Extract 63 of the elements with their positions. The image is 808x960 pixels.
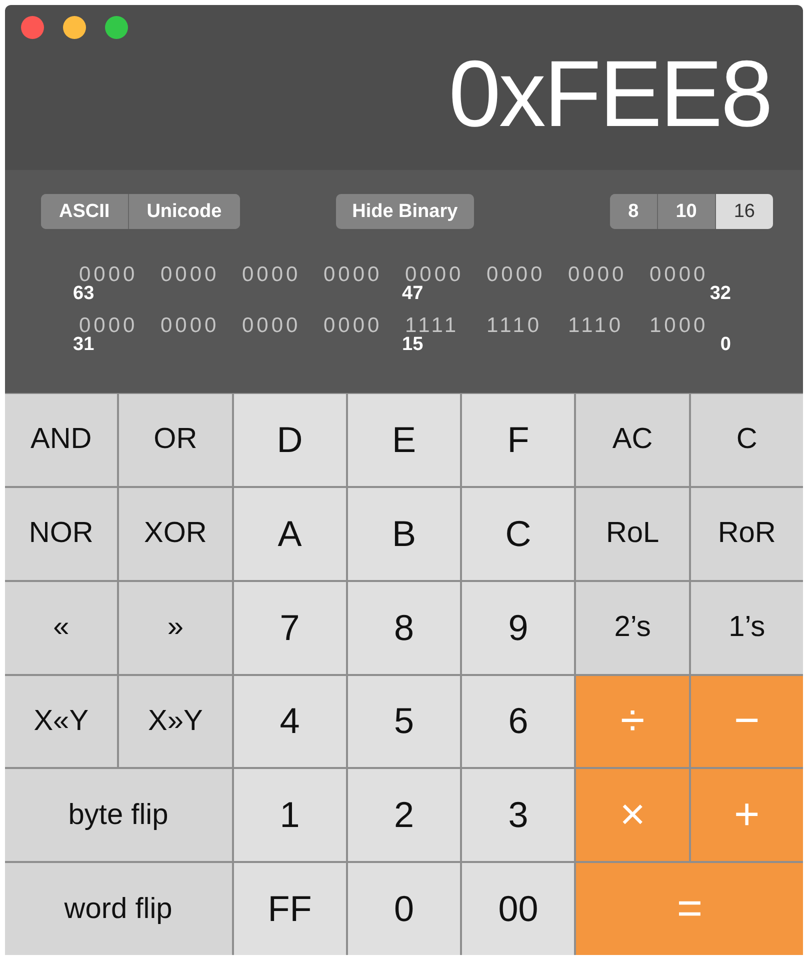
bit-index: 15 xyxy=(402,335,424,357)
bit-group[interactable]: 1110 xyxy=(568,316,624,336)
calculator-key[interactable]: word flip xyxy=(5,863,232,955)
calculator-key[interactable]: RoL xyxy=(576,488,689,580)
bit-index: 63 xyxy=(73,284,94,306)
calculator-key[interactable]: 1’s xyxy=(690,582,803,674)
calculator-key[interactable]: AC xyxy=(576,394,689,486)
bit-group[interactable]: 0000 xyxy=(650,265,708,285)
calculator-key[interactable]: 3 xyxy=(462,769,574,862)
calculator-key[interactable]: C xyxy=(462,488,574,580)
encoding-segment[interactable]: Unicode xyxy=(128,194,240,229)
bit-index: 31 xyxy=(73,335,94,357)
calculator-key[interactable]: E xyxy=(348,394,460,486)
calculator-key[interactable]: A xyxy=(234,488,346,580)
calculator-key[interactable]: 9 xyxy=(462,582,574,674)
calculator-key[interactable]: X«Y xyxy=(5,676,118,768)
bit-group[interactable]: 1110 xyxy=(486,316,542,336)
bit-group[interactable]: 0000 xyxy=(160,265,220,285)
calculator-key[interactable]: B xyxy=(348,488,460,580)
calculator-key[interactable]: 2’s xyxy=(576,582,689,674)
calculator-key[interactable]: » xyxy=(119,582,232,674)
calculator-key[interactable]: NOR xyxy=(5,488,118,580)
calculator-key[interactable]: 4 xyxy=(234,676,346,768)
calculator-key[interactable]: 0 xyxy=(348,863,460,955)
bit-group[interactable]: 0000 xyxy=(486,265,546,285)
bit-group[interactable]: 0000 xyxy=(324,265,382,285)
bit-group[interactable]: 0000 xyxy=(324,316,382,336)
calculator-key[interactable]: 6 xyxy=(462,676,574,768)
bit-group[interactable]: 0000 xyxy=(242,265,301,285)
display-value: 0xFEE8 xyxy=(448,47,771,141)
bit-index: 0 xyxy=(720,335,731,357)
calculator-key[interactable]: « xyxy=(5,582,118,674)
calculator-key[interactable]: 5 xyxy=(348,676,460,768)
calculator-key[interactable]: RoR xyxy=(690,488,803,580)
calculator-key[interactable]: 00 xyxy=(462,863,574,955)
calculator-key[interactable]: 7 xyxy=(234,582,346,674)
calculator-key[interactable]: XOR xyxy=(119,488,232,580)
calculator-key[interactable]: 2 xyxy=(348,769,460,862)
bit-group[interactable]: 1111 xyxy=(405,316,460,336)
bit-group[interactable]: 0000 xyxy=(568,265,627,285)
bit-index: 47 xyxy=(402,284,424,306)
base-segment[interactable]: 16 xyxy=(714,194,773,229)
calculator-key[interactable]: F xyxy=(462,394,574,486)
window-control[interactable] xyxy=(105,16,128,39)
calculator-key[interactable]: 8 xyxy=(348,582,460,674)
calculator-key[interactable]: 1 xyxy=(234,769,346,862)
calculator-key[interactable]: D xyxy=(234,394,346,486)
bit-group[interactable]: 1000 xyxy=(650,316,708,336)
calculator-key[interactable]: FF xyxy=(234,863,346,955)
bit-index: 32 xyxy=(710,284,731,306)
bit-group[interactable]: 0000 xyxy=(242,316,301,336)
hide-binary-button[interactable]: Hide Binary xyxy=(336,194,474,229)
calculator-key[interactable]: C xyxy=(690,394,803,486)
calculator-key[interactable]: byte flip xyxy=(5,769,232,862)
bit-group[interactable]: 0000 xyxy=(79,316,138,336)
window-control[interactable] xyxy=(63,16,86,39)
window-control[interactable] xyxy=(21,16,44,39)
calculator-key[interactable]: OR xyxy=(119,394,232,486)
bit-group[interactable]: 0000 xyxy=(79,265,138,285)
calculator-key[interactable]: X»Y xyxy=(119,676,232,768)
bit-group[interactable]: 0000 xyxy=(160,316,220,336)
calculator-key[interactable]: AND xyxy=(5,394,118,486)
bit-group[interactable]: 0000 xyxy=(405,265,464,285)
